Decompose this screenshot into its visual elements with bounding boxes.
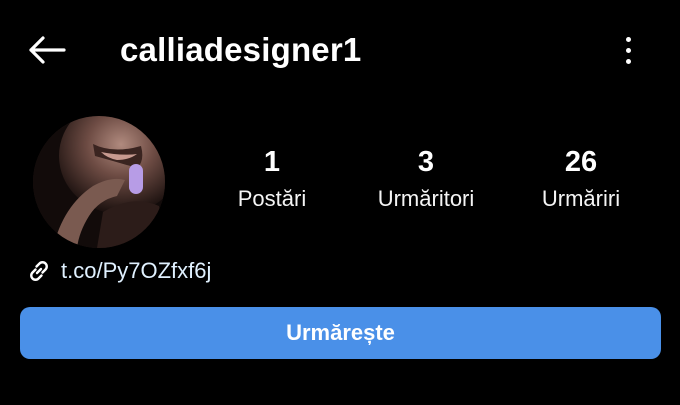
stat-following-label: Urmăriri: [541, 186, 621, 211]
more-options-button[interactable]: [612, 30, 644, 70]
more-vertical-icon: [625, 36, 631, 42]
link-icon: [30, 261, 48, 281]
stat-followers-label: Urmăritori: [377, 186, 475, 211]
top-bar: calliadesigner1: [0, 0, 680, 100]
stat-posts[interactable]: 1 Postări: [192, 140, 352, 214]
profile-link-text: t.co/Py7OZfxf6j: [61, 258, 212, 283]
profile-link[interactable]: t.co/Py7OZfxf6j: [25, 254, 211, 288]
profile-username: calliadesigner1: [120, 31, 362, 68]
stat-following-count: 26: [564, 146, 598, 178]
stat-followers[interactable]: 3 Urmăritori: [346, 140, 506, 214]
stat-posts-count: 1: [263, 146, 281, 178]
stat-posts-label: Postări: [237, 186, 307, 211]
back-button[interactable]: [24, 28, 68, 72]
follow-button[interactable]: Urmărește: [20, 307, 661, 359]
stat-followers-count: 3: [417, 146, 435, 178]
arrow-left-icon: [29, 36, 66, 64]
profile-stats: 1 Postări 3 Urmăritori 26 Urmăriri: [0, 140, 680, 230]
stat-following[interactable]: 26 Urmăriri: [501, 140, 661, 214]
